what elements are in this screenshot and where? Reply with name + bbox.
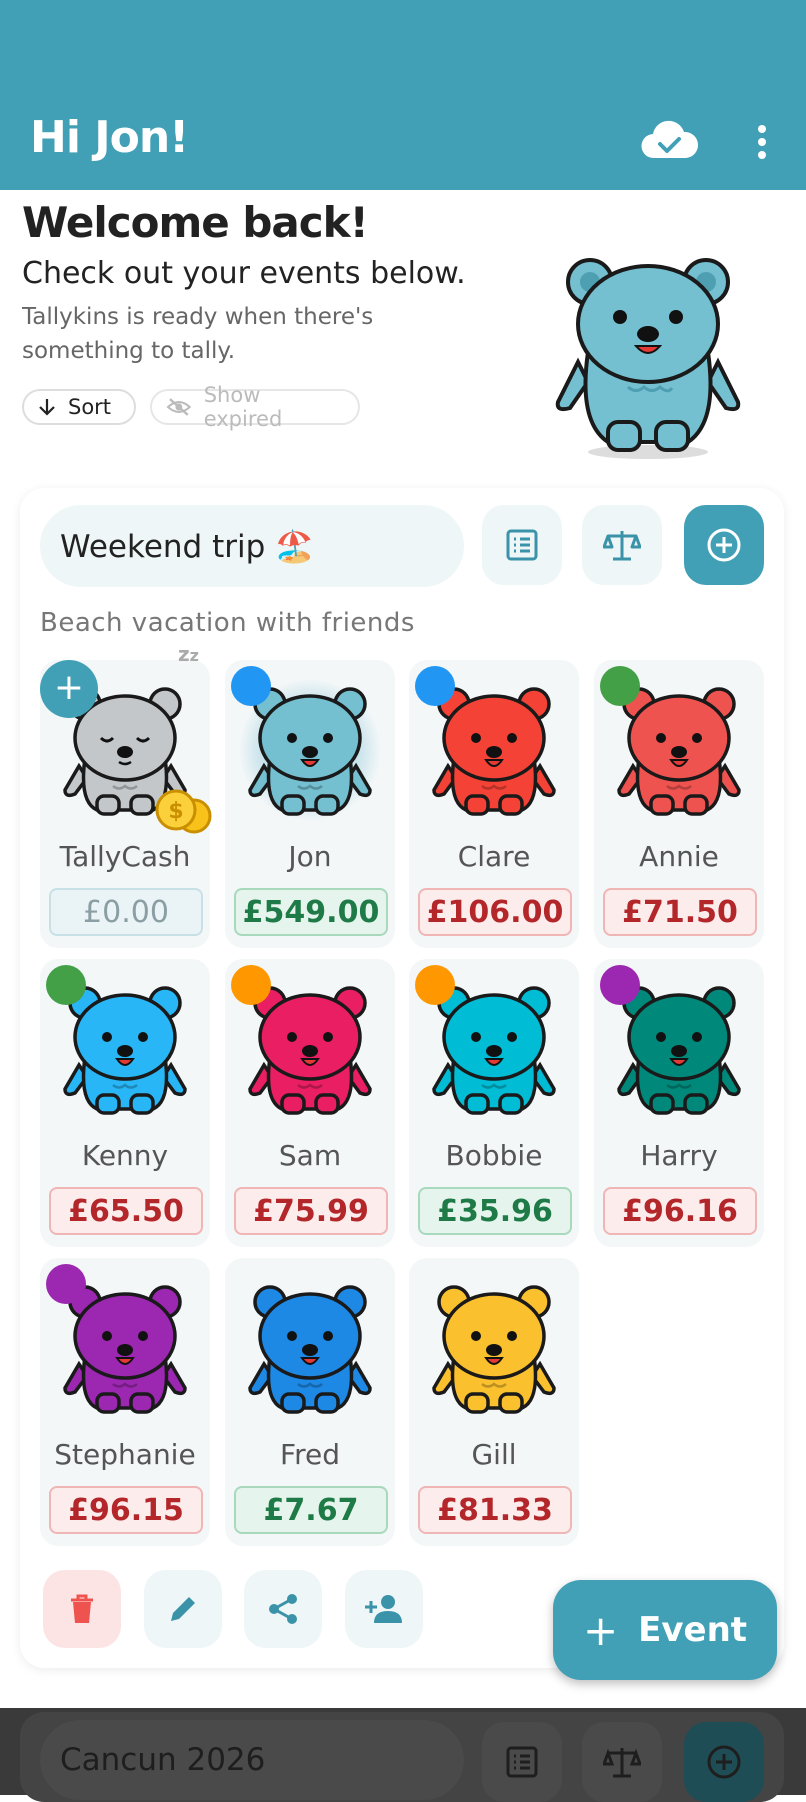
participant-balance: £71.50 bbox=[603, 888, 757, 936]
list-icon bbox=[506, 1746, 538, 1778]
app-bar: Hi Jon! bbox=[0, 0, 806, 190]
event-name[interactable]: Weekend trip 🏖️ bbox=[40, 505, 464, 587]
participant-name: Bobbie bbox=[445, 1139, 543, 1172]
participant-name: Harry bbox=[640, 1139, 718, 1172]
participant-balance: £7.67 bbox=[234, 1486, 388, 1534]
share-event-button[interactable] bbox=[244, 1570, 322, 1648]
sort-label: Sort bbox=[68, 395, 112, 419]
balances-button[interactable] bbox=[582, 505, 662, 585]
participant-balance: £81.33 bbox=[418, 1486, 572, 1534]
add-circle-icon bbox=[707, 528, 741, 562]
arrow-down-icon bbox=[39, 399, 55, 416]
sleep-zz-icon: zz bbox=[178, 642, 199, 666]
add-event-fab[interactable]: + Event bbox=[553, 1580, 777, 1680]
group-dot bbox=[600, 965, 640, 1005]
group-dot bbox=[46, 1264, 86, 1304]
participant-tile[interactable]: Fred £7.67 bbox=[225, 1258, 395, 1546]
group-dot bbox=[415, 666, 455, 706]
participant-name: Gill bbox=[471, 1438, 517, 1471]
participant-tile[interactable]: Annie £71.50 bbox=[594, 660, 764, 948]
fab-label: Event bbox=[638, 1610, 748, 1650]
add-circle-icon bbox=[707, 1745, 741, 1779]
welcome-title: Welcome back! bbox=[22, 198, 369, 247]
welcome-subtitle: Check out your events below. bbox=[22, 256, 466, 291]
expenses-list-button[interactable] bbox=[482, 505, 562, 585]
mascot-bear-image bbox=[555, 258, 741, 459]
participant-tile[interactable]: Gill £81.33 bbox=[409, 1258, 579, 1546]
svg-text:$: $ bbox=[168, 799, 183, 824]
pencil-icon bbox=[171, 1597, 195, 1621]
participant-tile[interactable]: zz $ + TallyCash £0.00 bbox=[40, 642, 212, 948]
group-dot bbox=[600, 666, 640, 706]
next-expenses-list-button[interactable] bbox=[482, 1722, 562, 1802]
participant-tile[interactable]: Kenny £65.50 bbox=[40, 959, 210, 1247]
participant-tile[interactable]: Jon £549.00 bbox=[225, 660, 395, 948]
participant-balance: £75.99 bbox=[234, 1187, 388, 1235]
participant-balance: £65.50 bbox=[49, 1187, 203, 1235]
share-icon bbox=[269, 1594, 297, 1624]
more-vert-icon[interactable] bbox=[750, 122, 774, 162]
bear-avatar-icon bbox=[432, 1285, 556, 1414]
event-description: Beach vacation with friends bbox=[40, 608, 415, 638]
participant-name: TallyCash bbox=[59, 840, 191, 873]
next-add-expense-button[interactable] bbox=[684, 1722, 764, 1802]
participant-name: Clare bbox=[457, 840, 531, 873]
participant-tile[interactable]: Bobbie £35.96 bbox=[409, 959, 579, 1247]
group-dot bbox=[231, 666, 271, 706]
eye-off-icon bbox=[166, 398, 192, 416]
scale-icon bbox=[603, 1748, 641, 1778]
show-expired-toggle[interactable]: Show expired bbox=[150, 383, 360, 431]
bear-avatar-icon bbox=[248, 1285, 372, 1414]
delete-event-button[interactable] bbox=[43, 1570, 121, 1648]
participant-balance: £96.16 bbox=[603, 1187, 757, 1235]
show-expired-label: Show expired bbox=[203, 383, 283, 431]
group-dot bbox=[46, 965, 86, 1005]
participant-name: Sam bbox=[278, 1139, 342, 1172]
greeting-title: Hi Jon! bbox=[30, 112, 189, 163]
list-icon bbox=[506, 529, 538, 561]
participant-balance: £549.00 bbox=[234, 888, 388, 936]
add-expense-button[interactable] bbox=[684, 505, 764, 585]
participant-name: Kenny bbox=[81, 1139, 169, 1172]
scale-icon bbox=[603, 531, 641, 561]
cloud-check-icon[interactable] bbox=[640, 120, 698, 160]
participant-balance: £35.96 bbox=[418, 1187, 572, 1235]
participant-tile[interactable]: Stephanie £96.15 bbox=[40, 1258, 210, 1546]
group-dot bbox=[415, 965, 455, 1005]
participant-name: Jon bbox=[288, 840, 332, 873]
add-person-button[interactable] bbox=[345, 1570, 423, 1648]
participant-tile[interactable]: Sam £75.99 bbox=[225, 959, 395, 1247]
add-funds-button[interactable]: + bbox=[40, 660, 98, 718]
participant-name: Annie bbox=[639, 840, 719, 873]
participant-tile[interactable]: Harry £96.16 bbox=[594, 959, 764, 1247]
participant-name: Stephanie bbox=[54, 1438, 196, 1471]
sort-button[interactable]: Sort bbox=[22, 389, 136, 425]
next-event-name[interactable]: Cancun 2026 bbox=[40, 1720, 464, 1800]
participant-balance: £96.15 bbox=[49, 1486, 203, 1534]
participant-balance: £0.00 bbox=[49, 888, 203, 936]
welcome-description: Tallykins is ready when there's somethin… bbox=[22, 304, 374, 364]
trash-icon bbox=[71, 1594, 93, 1623]
edit-event-button[interactable] bbox=[144, 1570, 222, 1648]
plus-icon: + bbox=[582, 1605, 619, 1655]
group-dot bbox=[231, 965, 271, 1005]
participant-tile[interactable]: Clare £106.00 bbox=[409, 660, 579, 948]
person-add-icon bbox=[365, 1595, 402, 1623]
coins-icon: $ bbox=[155, 789, 212, 834]
participant-name: Fred bbox=[280, 1438, 340, 1471]
next-balances-button[interactable] bbox=[582, 1722, 662, 1802]
participant-balance: £106.00 bbox=[418, 888, 572, 936]
